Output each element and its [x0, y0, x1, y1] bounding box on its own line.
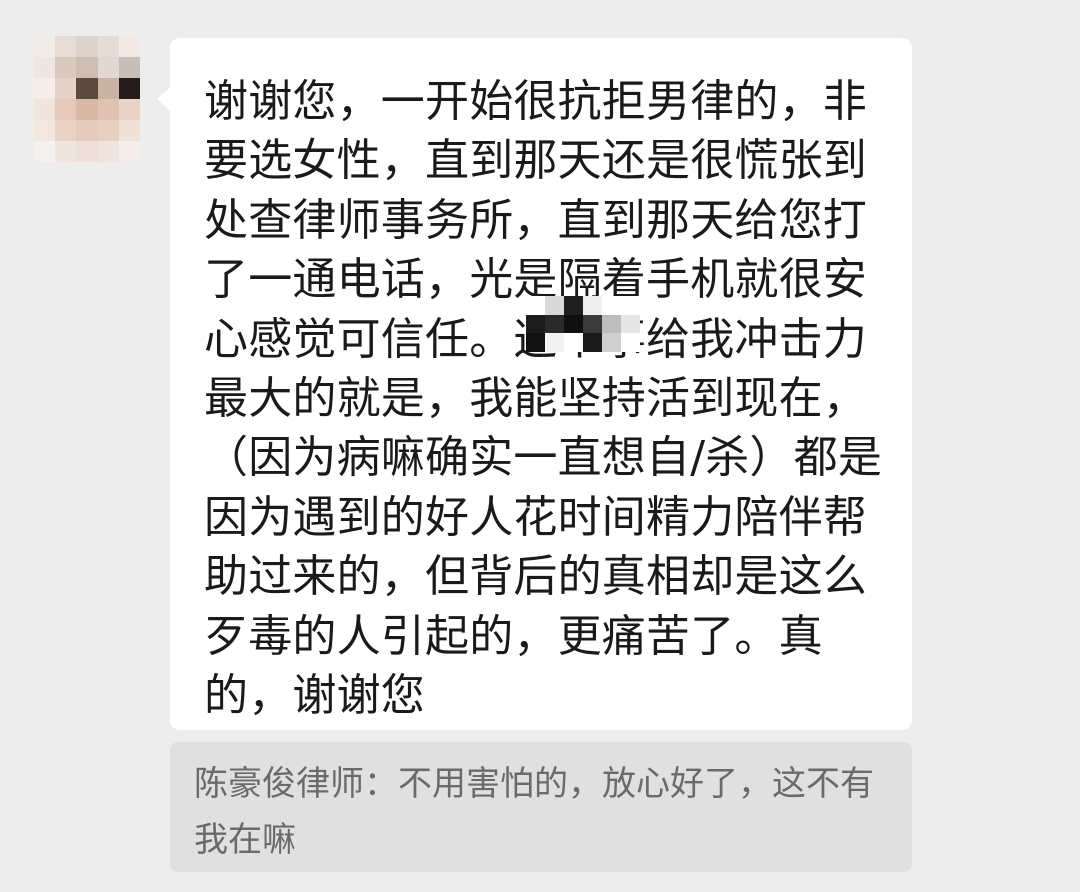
avatar-mosaic-cell: [118, 36, 140, 57]
redaction-mosaic-cell: [602, 296, 621, 315]
avatar-mosaic-cell: [97, 57, 119, 78]
avatar-mosaic-cell: [118, 99, 140, 120]
redaction-mosaic-cell: [526, 333, 545, 352]
avatar-mosaic-cell: [76, 57, 98, 78]
avatar-mosaic-cell: [76, 78, 98, 99]
avatar-mosaic-cell: [55, 99, 77, 120]
avatar-mosaic-cell: [97, 36, 119, 57]
avatar-mosaic-cell: [97, 78, 119, 99]
avatar-mosaic-cell: [118, 57, 140, 78]
redaction-mosaic-cell: [583, 314, 602, 334]
redaction-mosaic-cell: [526, 296, 545, 315]
avatar-mosaic-cell: [76, 120, 98, 141]
redaction-mosaic-cell: [583, 296, 602, 315]
avatar-mosaic-cell: [55, 120, 77, 141]
avatar-mosaic-cell: [118, 141, 140, 162]
message-text: 谢谢您，一开始很抗拒男律的，非要选女性，直到那天还是很慌张到处查律师事务所，直到…: [204, 76, 883, 722]
redaction-mosaic-cell: [564, 296, 583, 315]
avatar-mosaic-cell: [34, 141, 56, 162]
message-bubble-tail: [157, 86, 171, 112]
avatar-mosaic-cell: [76, 99, 98, 120]
avatar-mosaic-cell: [34, 36, 56, 57]
avatar-mosaic-cell: [34, 78, 56, 99]
avatar-mosaic-cell: [55, 36, 77, 57]
avatar-mosaic-cell: [97, 141, 119, 162]
quoted-reply[interactable]: 陈豪俊律师：不用害怕的，放心好了，这不有我在嘛: [170, 742, 912, 872]
redaction-mosaic-cell: [621, 296, 640, 315]
redaction-mosaic: [526, 296, 640, 352]
avatar-mosaic-cell: [76, 141, 98, 162]
redaction-mosaic-cell: [602, 314, 621, 334]
redaction-mosaic-cell: [564, 333, 583, 352]
redaction-mosaic-cell: [621, 333, 640, 352]
message-bubble[interactable]: 谢谢您，一开始很抗拒男律的，非要选女性，直到那天还是很慌张到处查律师事务所，直到…: [170, 38, 912, 730]
redaction-mosaic-cell: [545, 314, 564, 334]
redaction-mosaic-cell: [583, 333, 602, 352]
avatar-mosaic-cell: [76, 36, 98, 57]
avatar-mosaic-cell: [34, 120, 56, 141]
redaction-mosaic-cell: [545, 333, 564, 352]
pixelated-avatar-icon[interactable]: [34, 36, 140, 162]
avatar-mosaic-cell: [34, 57, 56, 78]
avatar-mosaic-cell: [55, 141, 77, 162]
quoted-reply-text: 陈豪俊律师：不用害怕的，放心好了，这不有我在嘛: [194, 764, 874, 860]
redaction-mosaic-cell: [621, 314, 640, 334]
redaction-mosaic-cell: [545, 296, 564, 315]
avatar-mosaic-cell: [55, 78, 77, 99]
redaction-mosaic-cell: [564, 314, 583, 334]
avatar-mosaic-cell: [55, 57, 77, 78]
avatar-mosaic-cell: [118, 120, 140, 141]
avatar-mosaic-cell: [97, 120, 119, 141]
avatar-mosaic-cell: [34, 99, 56, 120]
redaction-mosaic-cell: [526, 314, 545, 334]
redaction-mosaic-cell: [602, 333, 621, 352]
avatar-mosaic-cell: [97, 99, 119, 120]
avatar-mosaic-cell: [118, 78, 140, 99]
